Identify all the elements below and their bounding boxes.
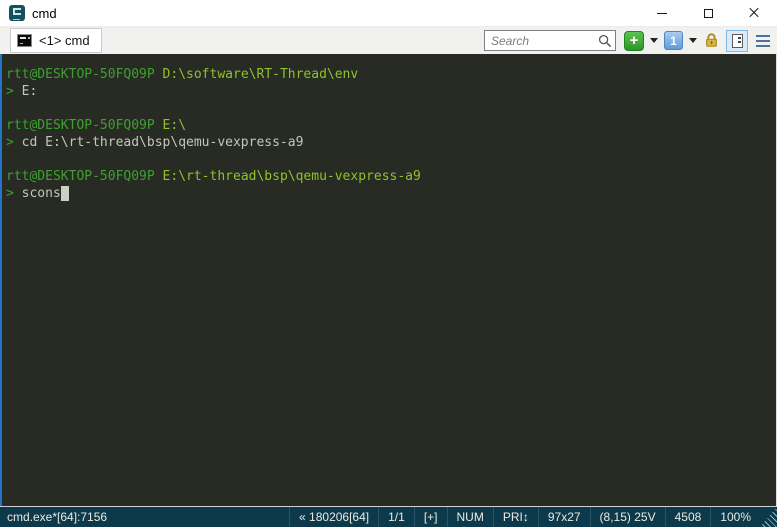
status-segment: 4508 (665, 507, 711, 527)
status-segment: « 180206[64] (289, 507, 378, 527)
status-segment: NUM (447, 507, 493, 527)
conemu-glyph-icon (13, 8, 21, 15)
titlebar[interactable]: cmd (0, 0, 777, 26)
close-icon (748, 7, 760, 19)
hamburger-menu-icon (754, 33, 772, 49)
console-number-button[interactable]: 1 (664, 31, 683, 50)
maximize-icon (704, 9, 713, 18)
status-segment: [+] (414, 507, 447, 527)
status-segment: 100% (710, 507, 760, 527)
conemu-window: cmd <1> cmd (0, 0, 777, 527)
console-list-dropdown[interactable] (689, 38, 697, 43)
lock-icon (703, 32, 720, 49)
status-process-info: cmd.exe*[64]:7156 (0, 510, 289, 524)
chevron-down-icon (689, 38, 697, 43)
status-segment: 1/1 (378, 507, 414, 527)
tab-label: <1> cmd (39, 33, 90, 48)
tab-bar: <1> cmd + 1 (0, 26, 777, 54)
lock-button[interactable] (703, 32, 720, 49)
terminal-line: rtt@DESKTOP-50FQ09P D:\software\RT-Threa… (6, 66, 772, 83)
new-console-dropdown[interactable] (650, 38, 658, 43)
cmd-console-icon (17, 34, 32, 47)
status-segments: « 180206[64]1/1[+]NUMPRI↕97x27(8,15) 25V… (289, 507, 760, 527)
panel-toggle-icon (732, 34, 743, 48)
terminal-line: > cd E:\rt-thread\bsp\qemu-vexpress-a9 (6, 134, 772, 151)
conemu-glyph-underline (13, 19, 20, 20)
maximize-button[interactable] (685, 0, 731, 26)
terminal-line (6, 100, 772, 117)
panel-toggle-button[interactable] (726, 30, 748, 52)
window-controls (639, 0, 777, 26)
search-input[interactable] (491, 34, 598, 48)
status-bar: cmd.exe*[64]:7156 « 180206[64]1/1[+]NUMP… (0, 506, 777, 527)
minimize-icon (657, 13, 667, 14)
new-console-button[interactable]: + (624, 31, 644, 51)
terminal-line: > scons (6, 185, 772, 202)
search-box (484, 30, 616, 51)
terminal-line: rtt@DESKTOP-50FQ09P E:\rt-thread\bsp\qem… (6, 168, 772, 185)
terminal-line (6, 151, 772, 168)
main-menu-button[interactable] (754, 33, 772, 49)
conemu-app-icon (9, 5, 25, 21)
status-segment: 97x27 (538, 507, 590, 527)
search-icon (598, 34, 612, 48)
window-title: cmd (32, 6, 57, 21)
terminal-line: rtt@DESKTOP-50FQ09P E:\ (6, 117, 772, 134)
close-button[interactable] (731, 0, 777, 26)
status-segment: PRI↕ (493, 507, 538, 527)
chevron-down-icon (650, 38, 658, 43)
tab-cmd[interactable]: <1> cmd (10, 28, 102, 53)
resize-grip-icon[interactable] (760, 507, 777, 527)
status-segment: (8,15) 25V (590, 507, 665, 527)
minimize-button[interactable] (639, 0, 685, 26)
terminal-line: > E: (6, 83, 772, 100)
terminal-output[interactable]: rtt@DESKTOP-50FQ09P D:\software\RT-Threa… (0, 54, 777, 506)
